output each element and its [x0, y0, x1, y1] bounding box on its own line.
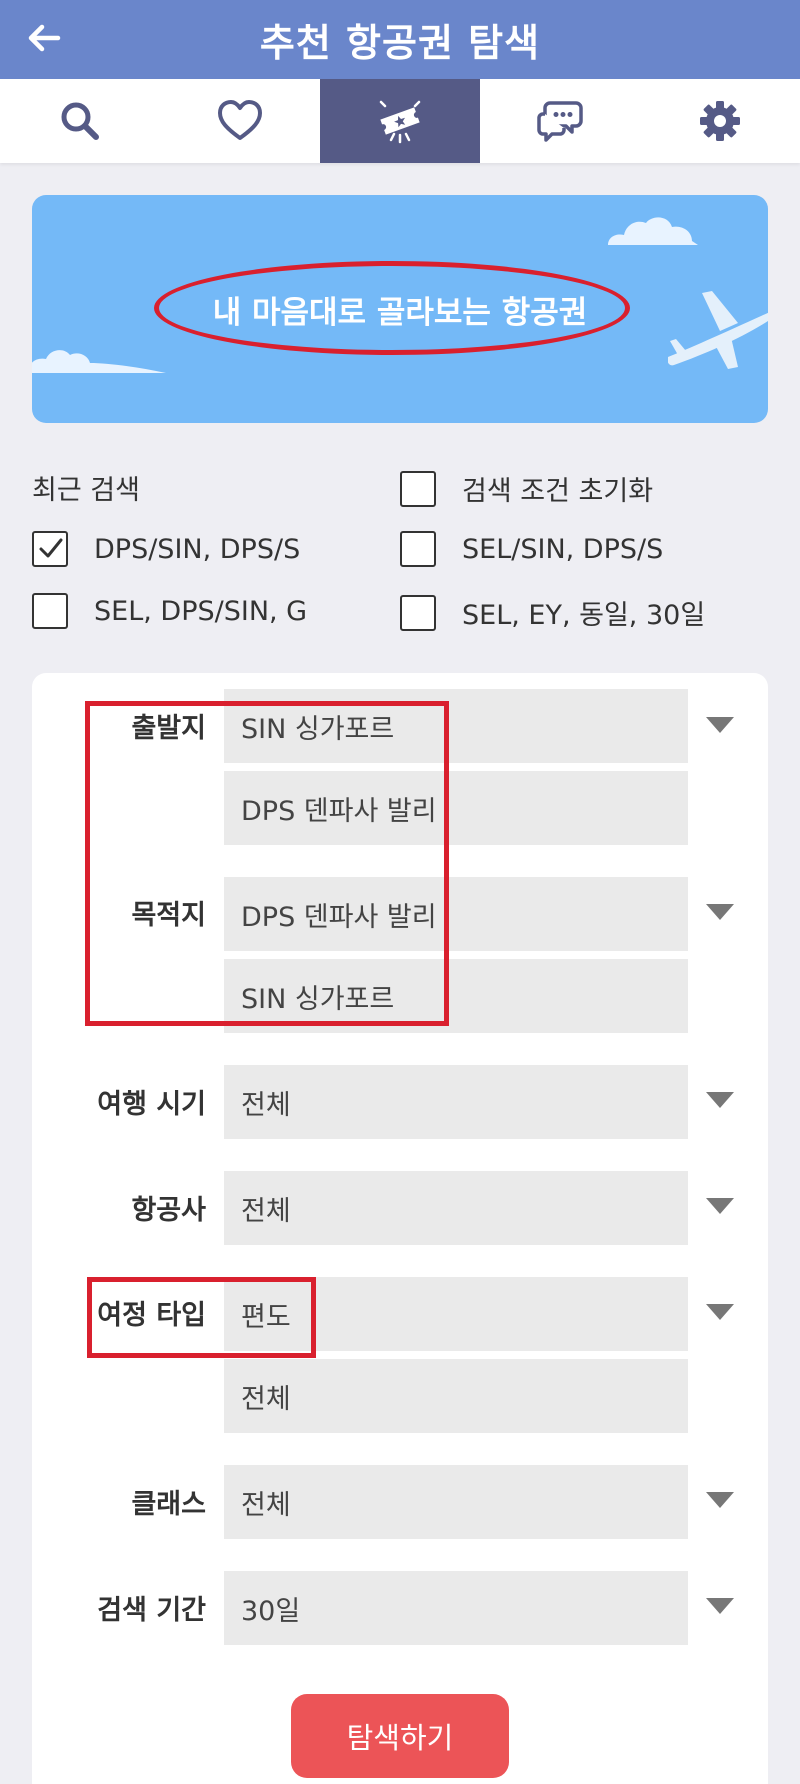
recent-search-label: SEL, DPS/SIN, G — [94, 595, 308, 627]
highlight-oval — [154, 261, 630, 355]
airline-label: 항공사 — [131, 1195, 206, 1226]
highlight-box — [85, 701, 449, 1026]
airline-select[interactable]: 전체 — [224, 1171, 688, 1245]
search-period-label: 검색 기간 — [97, 1595, 206, 1626]
checkbox[interactable] — [32, 531, 68, 567]
chevron-down-icon[interactable] — [706, 1198, 734, 1214]
back-arrow-icon[interactable] — [24, 18, 64, 58]
tab-recommended-tickets[interactable] — [320, 79, 480, 163]
recent-search-item[interactable]: SEL/SIN, DPS/S — [400, 531, 663, 567]
checkbox[interactable] — [400, 531, 436, 567]
search-button[interactable]: 탐색하기 — [291, 1694, 509, 1778]
chevron-down-icon[interactable] — [706, 1598, 734, 1614]
travel-period-label: 여행 시기 — [97, 1089, 206, 1120]
chevron-down-icon[interactable] — [706, 1092, 734, 1108]
checkbox[interactable] — [400, 470, 436, 507]
checkbox[interactable] — [400, 594, 436, 631]
tab-settings[interactable] — [640, 79, 800, 163]
recent-search-item[interactable]: SEL, EY, 동일, 30일 — [400, 593, 705, 632]
recent-search-label: 최근 검색 — [32, 475, 140, 506]
class-label: 클래스 — [131, 1489, 206, 1520]
tab-search[interactable] — [0, 79, 160, 163]
highlight-box — [87, 1277, 316, 1358]
page-title: 추천 항공권 탐색 — [259, 21, 541, 65]
chevron-down-icon[interactable] — [706, 1492, 734, 1508]
ticket-icon — [379, 100, 421, 144]
chevron-down-icon[interactable] — [706, 1304, 734, 1320]
chevron-down-icon[interactable] — [706, 717, 734, 733]
heart-icon — [218, 100, 262, 140]
gear-icon — [700, 101, 740, 141]
tab-chat[interactable] — [480, 79, 640, 163]
search-period-select[interactable]: 30일 — [224, 1571, 688, 1645]
recent-search-item[interactable]: DPS/SIN, DPS/S — [32, 531, 300, 567]
trip-type-option[interactable]: 전체 — [224, 1359, 688, 1433]
reset-conditions-label: 검색 조건 초기화 — [462, 476, 654, 507]
app-header: 추천 항공권 탐색 — [0, 0, 800, 79]
tab-bar — [0, 79, 800, 163]
reset-conditions-option[interactable]: 검색 조건 초기화 — [400, 469, 653, 508]
travel-period-select[interactable]: 전체 — [224, 1065, 688, 1139]
checkmark-icon — [39, 538, 63, 558]
chevron-down-icon[interactable] — [706, 904, 734, 920]
search-icon — [61, 102, 99, 140]
promo-banner[interactable]: 내 마음대로 골라보는 항공권 — [32, 195, 768, 423]
cloud-icon — [608, 217, 698, 245]
checkbox[interactable] — [32, 593, 68, 629]
tab-favorites[interactable] — [160, 79, 320, 163]
recent-search-label: DPS/SIN, DPS/S — [94, 533, 301, 565]
chat-icon — [537, 101, 583, 142]
recent-search-label: SEL, EY, 동일, 30일 — [462, 600, 706, 631]
recent-search-label: SEL/SIN, DPS/S — [462, 533, 664, 565]
recent-search-item[interactable]: SEL, DPS/SIN, G — [32, 593, 307, 629]
class-select[interactable]: 전체 — [224, 1465, 688, 1539]
cloud-icon — [32, 350, 166, 373]
